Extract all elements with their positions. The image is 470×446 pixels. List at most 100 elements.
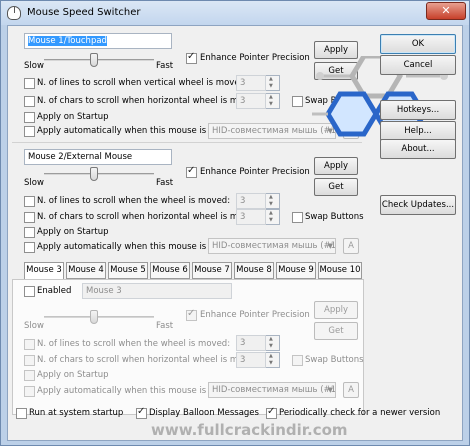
- mouse3-swap-checkbox[interactable]: [292, 355, 303, 366]
- mouse3-speed-slider[interactable]: [89, 310, 98, 324]
- mouse1-enhance-checkbox[interactable]: [186, 51, 197, 64]
- balloon-checkbox[interactable]: [136, 406, 147, 419]
- mouse3-enabled-checkbox[interactable]: [24, 286, 35, 297]
- mouse1-vertical-spinner[interactable]: [266, 75, 280, 91]
- mouse2-name-input[interactable]: Mouse 2/External Mouse: [24, 149, 172, 165]
- tab-mouse-3[interactable]: Mouse 3: [24, 262, 64, 280]
- mouse2-speed-track: [44, 173, 154, 175]
- mouse2-horizontal-spinner[interactable]: [266, 209, 280, 225]
- mouse2-device-select[interactable]: HID-совместимая мышь (#1) ▼: [208, 238, 336, 254]
- mouse3-vertical-spinner[interactable]: [266, 335, 280, 351]
- mouse3-name-input[interactable]: Mouse 3: [82, 283, 232, 299]
- mouse3-horizontal-label: N. of chars to scroll when horizontal wh…: [37, 355, 262, 365]
- mouse1-speed-slider[interactable]: [89, 53, 98, 67]
- mouse3-enhance-checkbox[interactable]: [186, 308, 197, 321]
- tab-mouse-6[interactable]: Mouse 6: [150, 262, 190, 279]
- mouse2-apply-button[interactable]: Apply: [314, 157, 358, 175]
- mouse2-vertical-spinner[interactable]: [266, 193, 280, 209]
- help-button[interactable]: Help...: [380, 121, 456, 141]
- tab-mouse-4[interactable]: Mouse 4: [66, 262, 106, 279]
- mouse1-vertical-checkbox[interactable]: [24, 78, 35, 89]
- mouse3-auto-label: Apply automatically when this mouse is u…: [37, 386, 233, 396]
- mouse1-horizontal-input[interactable]: 3: [236, 93, 266, 109]
- window-title: Mouse Speed Switcher: [27, 7, 141, 18]
- mouse3-vertical-label: N. of lines to scroll when the wheel is …: [37, 339, 231, 349]
- mouse2-slow-label: Slow: [24, 178, 44, 188]
- mouse2-startup-label: Apply on Startup: [37, 227, 109, 237]
- mouse2-speed-slider[interactable]: [89, 167, 98, 181]
- check-newer-label: Periodically check for a newer version: [279, 408, 441, 418]
- mouse2-horizontal-input[interactable]: 3: [236, 209, 266, 225]
- mouse2-enhance-checkbox[interactable]: [186, 165, 197, 178]
- title-bar: Mouse Speed Switcher ✕: [1, 1, 469, 25]
- mouse2-get-button[interactable]: Get: [314, 178, 358, 196]
- tab-mouse-8[interactable]: Mouse 8: [234, 262, 274, 279]
- mouse3-horizontal-input[interactable]: 3: [236, 352, 266, 368]
- run-startup-checkbox[interactable]: [16, 408, 27, 419]
- mouse3-swap-label: Swap Buttons: [305, 355, 364, 365]
- mouse1-auto-label: Apply automatically when this mouse is u…: [37, 126, 233, 136]
- watermark-text: www.fullcrackindir.com: [151, 421, 348, 439]
- check-updates-button[interactable]: Check Updates...: [380, 195, 456, 215]
- mouse3-fast-label: Fast: [156, 321, 174, 331]
- mouse3-apply-button[interactable]: Apply: [314, 301, 358, 319]
- mouse1-horizontal-checkbox[interactable]: [24, 96, 35, 107]
- mouse2-auto-checkbox[interactable]: [24, 242, 35, 253]
- tab-mouse-5[interactable]: Mouse 5: [108, 262, 148, 279]
- mouse3-horizontal-spinner[interactable]: [266, 352, 280, 368]
- mouse3-enhance-label: Enhance Pointer Precision: [200, 310, 310, 320]
- mouse2-auto-label: Apply automatically when this mouse is u…: [37, 242, 233, 252]
- close-button[interactable]: ✕: [426, 2, 466, 20]
- mouse2-vertical-input[interactable]: 3: [236, 193, 266, 209]
- mouse3-device-a-button[interactable]: A: [343, 382, 359, 398]
- mouse3-enabled-label: Enabled: [37, 286, 72, 296]
- mouse3-device-select[interactable]: HID-совместимая мышь (#1) ▼: [208, 382, 336, 398]
- mouse1-horizontal-spinner[interactable]: [266, 93, 280, 109]
- mouse3-vertical-checkbox[interactable]: [24, 339, 35, 350]
- mouse2-swap-label: Swap Buttons: [305, 212, 364, 222]
- mouse-app-icon: [7, 6, 21, 20]
- mouse3-startup-checkbox[interactable]: [24, 370, 35, 381]
- run-startup-label: Run at system startup: [29, 408, 124, 418]
- mouse1-startup-label: Apply on Startup: [37, 112, 109, 122]
- tab-mouse-9[interactable]: Mouse 9: [276, 262, 316, 279]
- mouse1-startup-checkbox[interactable]: [24, 112, 35, 123]
- mouse1-slow-label: Slow: [24, 61, 44, 71]
- mouse1-vertical-input[interactable]: 3: [236, 75, 266, 91]
- mouse3-get-button[interactable]: Get: [314, 322, 358, 340]
- divider: [12, 142, 362, 143]
- mouse1-speed-track: [44, 59, 154, 61]
- mouse2-enhance-label: Enhance Pointer Precision: [200, 167, 310, 177]
- mouse3-vertical-input[interactable]: 3: [236, 335, 266, 351]
- mouse1-enhance-label: Enhance Pointer Precision: [200, 53, 310, 63]
- mouse3-auto-checkbox[interactable]: [24, 386, 35, 397]
- mouse3-slow-label: Slow: [24, 321, 44, 331]
- mouse1-vertical-label: N. of lines to scroll when vertical whee…: [37, 78, 248, 88]
- about-button[interactable]: About...: [380, 139, 456, 159]
- mouse1-swap-checkbox[interactable]: [292, 96, 303, 107]
- mouse2-vertical-checkbox[interactable]: [24, 196, 35, 207]
- check-newer-checkbox[interactable]: [266, 406, 277, 419]
- cancel-button[interactable]: Cancel: [380, 55, 456, 75]
- hotkeys-button[interactable]: Hotkeys...: [380, 100, 456, 120]
- chevron-down-icon: ▼: [327, 386, 333, 394]
- mouse2-swap-checkbox[interactable]: [292, 212, 303, 223]
- mouse2-startup-checkbox[interactable]: [24, 227, 35, 238]
- tab-mouse-7[interactable]: Mouse 7: [192, 262, 232, 279]
- balloon-label: Display Balloon Messages: [149, 408, 259, 418]
- mouse2-horizontal-checkbox[interactable]: [24, 212, 35, 223]
- mouse1-horizontal-label: N. of chars to scroll when horizontal wh…: [37, 96, 262, 106]
- mouse2-horizontal-label: N. of chars to scroll when horizontal wh…: [37, 212, 262, 222]
- tab-mouse-10[interactable]: Mouse 10: [318, 262, 362, 279]
- mouse3-speed-track: [44, 316, 154, 318]
- chevron-down-icon: ▼: [327, 242, 333, 250]
- mouse2-vertical-label: N. of lines to scroll when the wheel is …: [37, 196, 231, 206]
- mouse1-name-input[interactable]: Mouse 1/Touchpad: [24, 33, 172, 49]
- mouse3-horizontal-checkbox[interactable]: [24, 355, 35, 366]
- mouse3-startup-label: Apply on Startup: [37, 370, 109, 380]
- mouse2-device-a-button[interactable]: A: [343, 238, 359, 254]
- mouse1-fast-label: Fast: [156, 61, 174, 71]
- main-window: Mouse Speed Switcher ✕ Mouse 1/Touchpad …: [0, 0, 470, 446]
- ok-button[interactable]: OK: [380, 34, 456, 54]
- mouse1-auto-checkbox[interactable]: [24, 126, 35, 137]
